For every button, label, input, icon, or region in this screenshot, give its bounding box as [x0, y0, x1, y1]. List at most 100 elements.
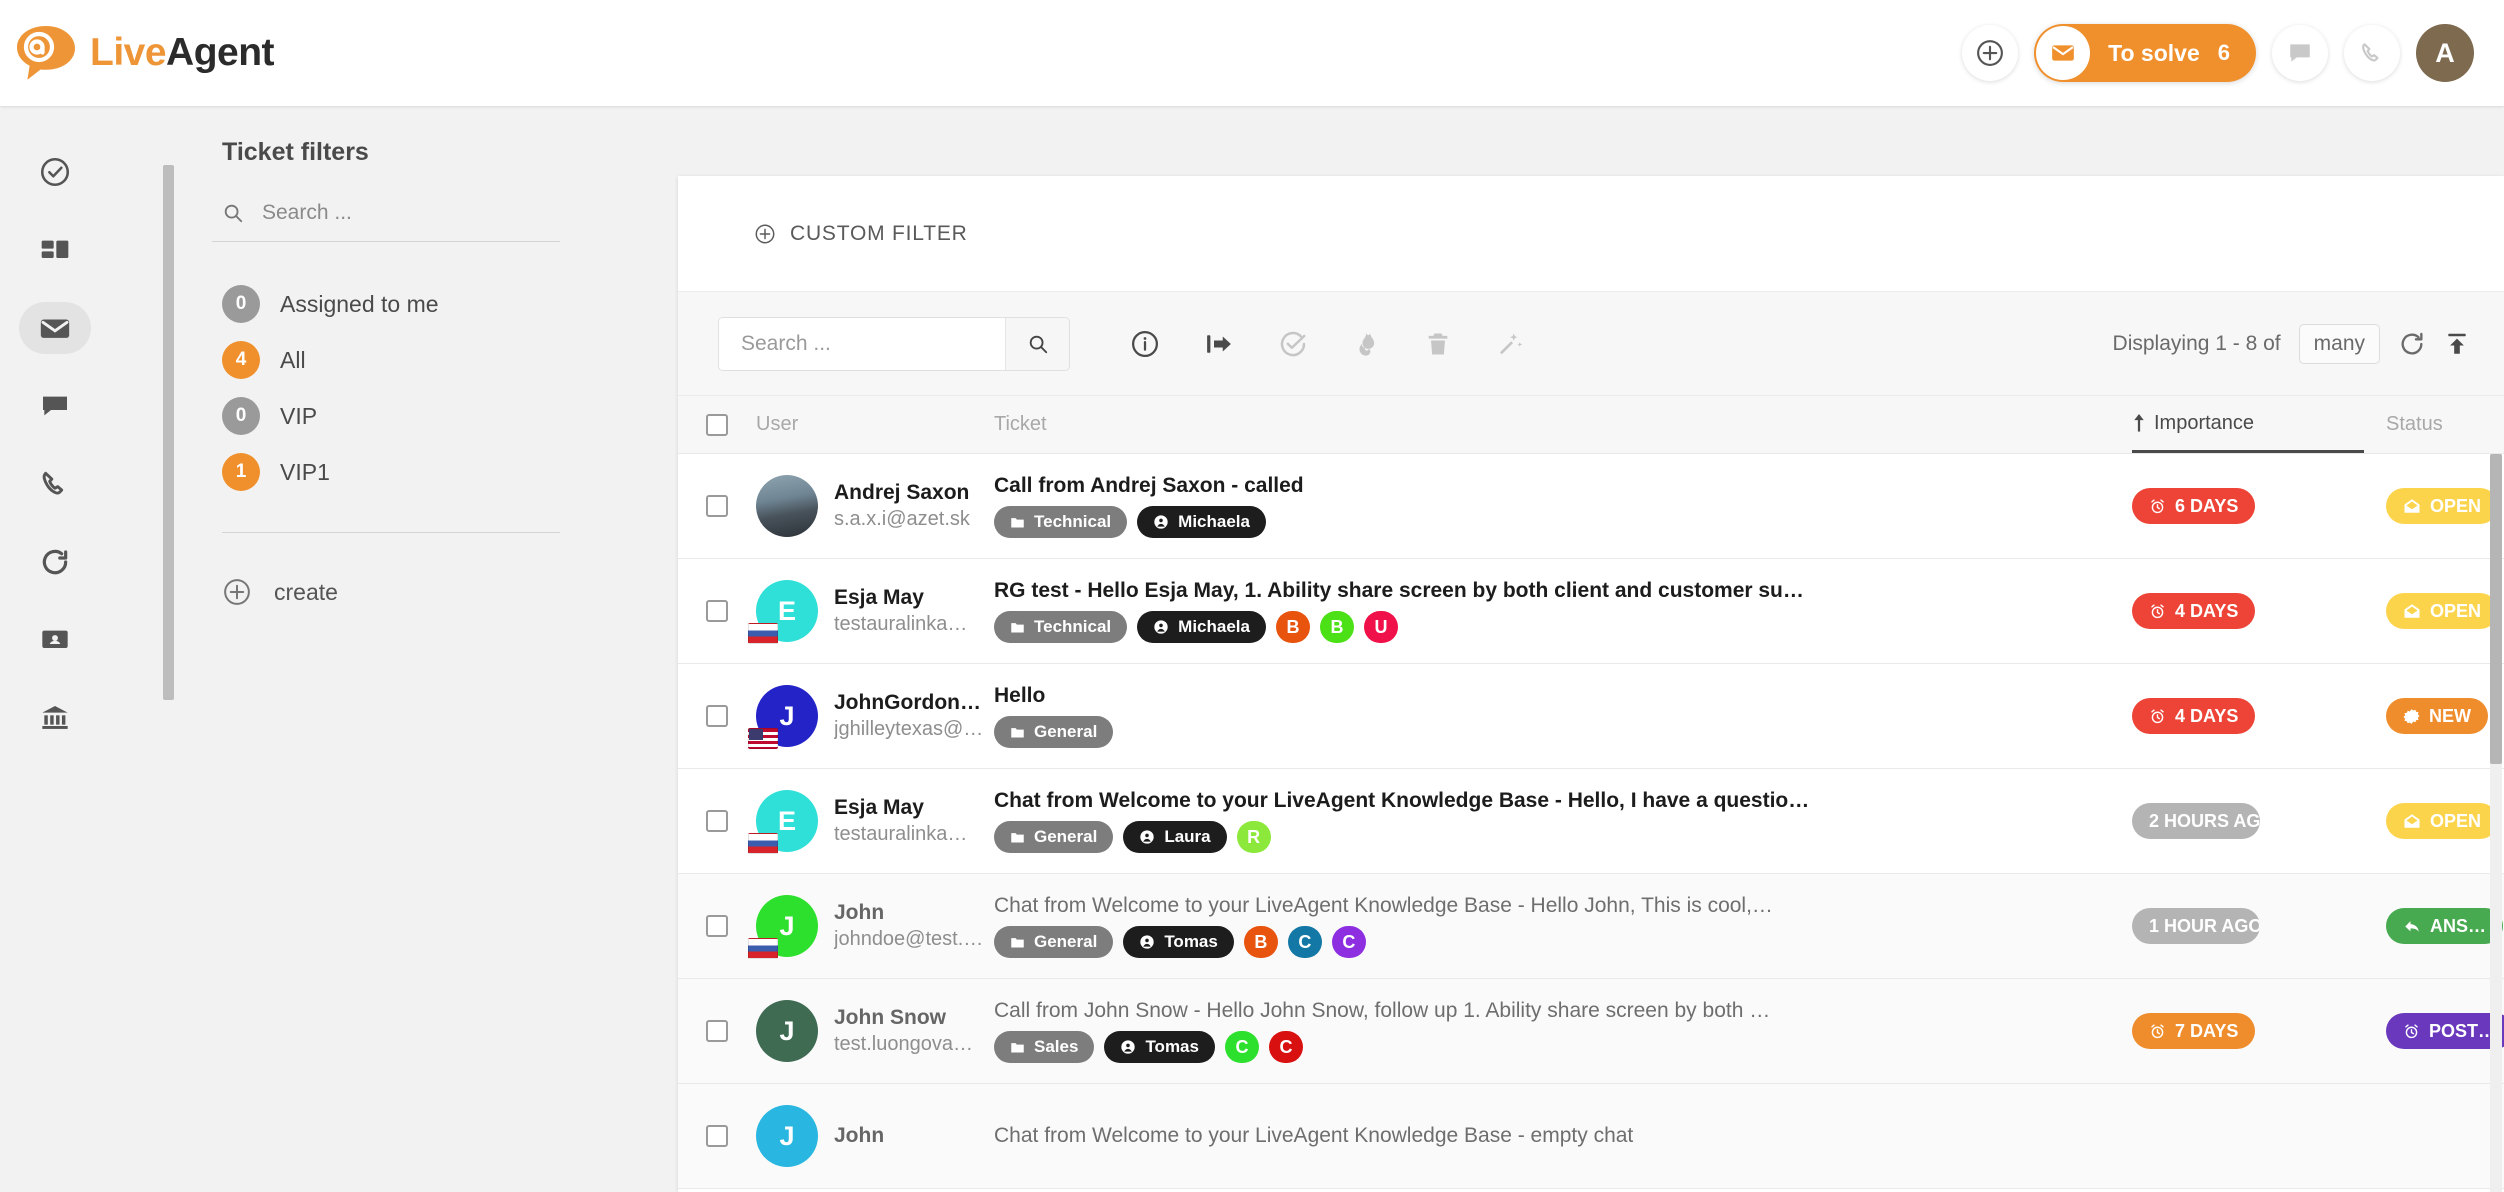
status-badge[interactable]: OPEN — [2386, 488, 2498, 524]
sidebar-item-knowledge-base[interactable] — [19, 692, 91, 744]
avatar-initial: E — [778, 806, 796, 837]
ticket-subject[interactable]: Chat from Welcome to your LiveAgent Know… — [994, 789, 2106, 813]
status-badge[interactable]: OPEN — [2386, 593, 2498, 629]
displaying-many-button[interactable]: many — [2299, 324, 2380, 364]
magic-button[interactable] — [1496, 330, 1524, 358]
priority-button[interactable] — [1352, 330, 1380, 358]
resolve-button[interactable] — [1278, 329, 1308, 359]
table-row[interactable]: JJohn Snowtest.luongova…Call from John S… — [678, 979, 2504, 1084]
phone-icon — [2359, 40, 2385, 66]
column-header-user[interactable]: User — [756, 413, 994, 436]
chats-button[interactable] — [2272, 25, 2328, 81]
table-row[interactable]: JJohnGordon Hi…jghilleytexas@…HelloGener… — [678, 664, 2504, 769]
table-row[interactable]: Andrej Saxons.a.x.i@azet.skCall from And… — [678, 454, 2504, 559]
table-row[interactable]: JJohnjohndoe@test.…Chat from Welcome to … — [678, 874, 2504, 979]
filter-item-vip1[interactable]: 1 VIP1 — [212, 444, 560, 500]
user-name: John — [834, 1124, 884, 1148]
tag-badge[interactable]: B — [1244, 926, 1278, 958]
ticket-subject[interactable]: Hello — [994, 684, 2106, 708]
sidebar-item-dashboard[interactable] — [19, 224, 91, 276]
table-row[interactable]: JJohnChat from Welcome to your LiveAgent… — [678, 1084, 2504, 1189]
create-filter-button[interactable]: create — [222, 577, 560, 607]
row-checkbox[interactable] — [706, 1020, 728, 1042]
department-tag[interactable]: Technical — [994, 611, 1127, 643]
filter-count-badge: 4 — [222, 341, 260, 379]
ticket-subject[interactable]: Call from John Snow - Hello John Snow, f… — [994, 999, 2106, 1023]
agent-tag[interactable]: Laura — [1123, 821, 1226, 853]
alarm-clock-icon — [2149, 603, 2166, 620]
refresh-icon[interactable] — [2398, 330, 2426, 358]
department-tag[interactable]: General — [994, 716, 1113, 748]
row-checkbox[interactable] — [706, 810, 728, 832]
department-tag[interactable]: Sales — [994, 1031, 1094, 1063]
ticket-subject[interactable]: Chat from Welcome to your LiveAgent Know… — [994, 894, 2106, 918]
agent-tag[interactable]: Michaela — [1137, 506, 1266, 538]
ticket-cell: Chat from Welcome to your LiveAgent Know… — [994, 894, 2132, 958]
add-new-button[interactable] — [1962, 25, 2018, 81]
table-row[interactable]: EEsja Maytestauralinka@…Chat from Welcom… — [678, 769, 2504, 874]
user-circle-icon — [1153, 514, 1169, 530]
user-avatar[interactable]: A — [2416, 24, 2474, 82]
status-badge[interactable]: ANS… — [2386, 908, 2503, 944]
status-badge[interactable]: POST… — [2386, 1013, 2504, 1049]
tag-badge[interactable]: C — [1225, 1031, 1259, 1063]
column-header-ticket[interactable]: Ticket — [994, 413, 2132, 436]
status-badge[interactable]: NEW — [2386, 698, 2488, 734]
tag-badge[interactable]: R — [1237, 821, 1271, 853]
calls-button[interactable] — [2344, 25, 2400, 81]
transfer-button[interactable] — [1204, 329, 1234, 359]
to-solve-button[interactable]: To solve 6 — [2034, 24, 2256, 82]
agent-tag[interactable]: Michaela — [1137, 611, 1266, 643]
select-all-checkbox[interactable] — [706, 414, 728, 436]
agent-tag[interactable]: Tomas — [1123, 926, 1234, 958]
tickets-search-button[interactable] — [1005, 318, 1069, 370]
user-cell: EEsja Maytestauralinka@… — [756, 790, 994, 852]
column-header-importance[interactable]: Importance — [2132, 396, 2364, 453]
filter-label: VIP — [280, 403, 317, 430]
header-actions: To solve 6 A — [1962, 24, 2474, 82]
department-tag[interactable]: General — [994, 926, 1113, 958]
filter-item-all[interactable]: 4 All — [212, 332, 560, 388]
tag-badge[interactable]: U — [1364, 611, 1398, 643]
delete-button[interactable] — [1424, 330, 1452, 358]
sidebar-item-calls[interactable] — [19, 458, 91, 510]
ticket-subject[interactable]: Call from Andrej Saxon - called — [994, 474, 2106, 498]
importance-cell: 2 HOURS AGO — [2132, 803, 2364, 839]
tag-badge[interactable]: B — [1320, 611, 1354, 643]
ticket-subject[interactable]: RG test - Hello Esja May, 1. Ability sha… — [994, 579, 2106, 603]
filter-item-assigned-to-me[interactable]: 0 Assigned to me — [212, 276, 560, 332]
tickets-search-input[interactable] — [719, 318, 1005, 370]
arrow-up-bar-icon[interactable] — [2444, 331, 2470, 357]
filters-search-input[interactable] — [262, 201, 492, 225]
status-badge[interactable]: OPEN — [2386, 803, 2498, 839]
ticket-subject[interactable]: Chat from Welcome to your LiveAgent Know… — [994, 1124, 2106, 1148]
sidebar-item-activity[interactable] — [19, 536, 91, 588]
sidebar-item-tasks[interactable] — [19, 146, 91, 198]
row-checkbox[interactable] — [706, 915, 728, 937]
department-tag[interactable]: General — [994, 821, 1113, 853]
avatar: J — [756, 1000, 818, 1062]
user-cell: JJohn Snowtest.luongova… — [756, 1000, 994, 1062]
tag-badge[interactable]: C — [1269, 1031, 1303, 1063]
custom-filter-button[interactable]: CUSTOM FILTER — [754, 222, 968, 246]
department-tag[interactable]: Technical — [994, 506, 1127, 538]
info-button[interactable] — [1130, 329, 1160, 359]
app-logo[interactable]: LiveAgent — [14, 22, 274, 84]
rail-scrollbar-thumb[interactable] — [163, 165, 174, 700]
row-checkbox[interactable] — [706, 705, 728, 727]
row-checkbox[interactable] — [706, 1125, 728, 1147]
column-header-status[interactable]: Status — [2364, 413, 2504, 436]
filter-item-vip[interactable]: 0 VIP — [212, 388, 560, 444]
agent-tag[interactable]: Tomas — [1104, 1031, 1215, 1063]
tag-badge[interactable]: C — [1288, 926, 1322, 958]
row-checkbox[interactable] — [706, 600, 728, 622]
tag-badge[interactable]: C — [1332, 926, 1366, 958]
tag-badge[interactable]: B — [1276, 611, 1310, 643]
country-flag-sk-icon — [748, 833, 778, 854]
table-row[interactable]: EEsja Maytestauralinka@…RG test - Hello … — [678, 559, 2504, 664]
row-checkbox[interactable] — [706, 495, 728, 517]
table-scrollbar-thumb[interactable] — [2490, 454, 2502, 764]
sidebar-item-tickets[interactable] — [19, 302, 91, 354]
sidebar-item-chats[interactable] — [19, 380, 91, 432]
sidebar-item-contacts[interactable] — [19, 614, 91, 666]
